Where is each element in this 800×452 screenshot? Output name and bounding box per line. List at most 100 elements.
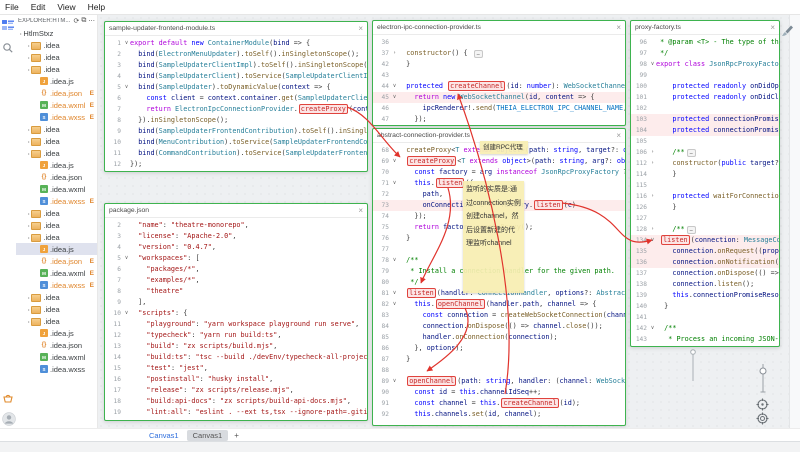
- symbol-highlight[interactable]: listen: [407, 288, 436, 298]
- tree-item[interactable]: S.idea.wxss: [16, 363, 97, 375]
- expand-icon[interactable]: •: [28, 139, 29, 144]
- tree-item[interactable]: •.idea: [16, 219, 97, 231]
- explorer-icon[interactable]: [2, 19, 14, 31]
- tree-item[interactable]: J.idea.js: [16, 243, 97, 255]
- expand-icon[interactable]: •: [28, 67, 29, 72]
- code-area[interactable]: 3637› constructor() { …42 }4344∨ protect…: [373, 35, 625, 125]
- panel-title-bar[interactable]: sample-updater-frontend-module.ts×: [105, 22, 367, 36]
- fold-icon[interactable]: ∨: [391, 299, 398, 310]
- tree-item[interactable]: •.idea: [16, 315, 97, 327]
- symbol-highlight[interactable]: createChannel: [448, 81, 505, 91]
- fold-icon[interactable]: ∨: [391, 178, 398, 189]
- close-icon[interactable]: ×: [770, 24, 775, 32]
- symbol-highlight[interactable]: listen: [661, 235, 690, 245]
- tree-item[interactable]: M.idea.wxml: [16, 183, 97, 195]
- tree-item[interactable]: •.idea: [16, 147, 97, 159]
- expand-icon[interactable]: •: [28, 211, 29, 216]
- collapse-icon[interactable]: ⧉: [81, 16, 86, 25]
- symbol-highlight[interactable]: createChannel: [501, 398, 558, 408]
- code-area[interactable]: 2 "name": "theatre-monorepo",3 "license"…: [105, 218, 367, 418]
- panel-title-bar[interactable]: electron-ipc-connection-provider.ts×: [373, 21, 625, 35]
- expand-icon[interactable]: •: [28, 223, 29, 228]
- basket-icon[interactable]: [2, 392, 14, 404]
- tree-item[interactable]: {}.idea.json: [16, 339, 97, 351]
- fold-icon[interactable]: ›: [649, 158, 656, 169]
- tree-item[interactable]: •.idea: [16, 39, 97, 51]
- sticky-note[interactable]: 监听的实质是:通过connection实例创建channel，然后设置新建的代理…: [463, 181, 524, 293]
- fold-icon[interactable]: ∨: [123, 38, 130, 49]
- canvas-tab[interactable]: Canvas1: [143, 430, 185, 441]
- symbol-highlight[interactable]: openChannel: [436, 299, 485, 309]
- fold-icon[interactable]: ∨: [123, 253, 130, 264]
- tree-item[interactable]: •.idea: [16, 63, 97, 75]
- close-icon[interactable]: ×: [358, 25, 363, 33]
- sticky-note[interactable]: 创建RPC代理: [480, 141, 528, 154]
- expand-icon[interactable]: •: [28, 127, 29, 132]
- expand-icon[interactable]: •: [28, 307, 29, 312]
- fold-icon[interactable]: ∨: [391, 81, 398, 92]
- tree-item[interactable]: S.idea.wxssE: [16, 195, 97, 207]
- fold-icon[interactable]: ›: [649, 191, 656, 202]
- fold-icon[interactable]: ›: [649, 224, 656, 235]
- tree-item[interactable]: J.idea.js: [16, 159, 97, 171]
- expand-icon[interactable]: •: [20, 31, 21, 36]
- tree-item[interactable]: S.idea.wxssE: [16, 279, 97, 291]
- fold-icon[interactable]: ∨: [391, 255, 398, 266]
- fold-icon[interactable]: ∨: [391, 92, 398, 103]
- expand-icon[interactable]: •: [28, 295, 29, 300]
- connector-handle[interactable]: [688, 348, 698, 382]
- expand-icon[interactable]: •: [28, 55, 29, 60]
- symbol-highlight[interactable]: listen: [436, 178, 465, 188]
- close-icon[interactable]: ×: [616, 132, 621, 140]
- brush-icon[interactable]: [781, 24, 794, 37]
- expand-icon[interactable]: •: [28, 235, 29, 240]
- avatar-icon[interactable]: [2, 412, 16, 426]
- menu-item-file[interactable]: File: [5, 2, 19, 12]
- expand-icon[interactable]: •: [28, 319, 29, 324]
- menu-item-view[interactable]: View: [57, 2, 75, 12]
- search-icon[interactable]: [2, 42, 14, 54]
- tree-item[interactable]: S.idea.wxssE: [16, 111, 97, 123]
- fold-icon[interactable]: ∨: [649, 59, 656, 70]
- menu-item-edit[interactable]: Edit: [31, 2, 46, 12]
- tree-item[interactable]: {}.idea.jsonE: [16, 255, 97, 267]
- refresh-icon[interactable]: ⟳: [73, 17, 79, 25]
- tree-item[interactable]: •.idea: [16, 123, 97, 135]
- fit-view-button[interactable]: [756, 412, 769, 425]
- fold-icon[interactable]: ›: [391, 48, 398, 59]
- tree-item[interactable]: M.idea.wxmlE: [16, 267, 97, 279]
- fold-icon[interactable]: ›: [649, 147, 656, 158]
- tree-item[interactable]: J.idea.js: [16, 327, 97, 339]
- tree-item[interactable]: •.idea: [16, 135, 97, 147]
- tree-item[interactable]: J.idea.js: [16, 75, 97, 87]
- expand-icon[interactable]: •: [28, 43, 29, 48]
- tree-item[interactable]: M.idea.wxml: [16, 351, 97, 363]
- tree-item[interactable]: {}.idea.jsonE: [16, 87, 97, 99]
- symbol-highlight[interactable]: openChannel: [407, 376, 456, 386]
- tree-item[interactable]: {}.idea.json: [16, 171, 97, 183]
- panel-title-bar[interactable]: proxy-factory.ts×: [631, 21, 779, 35]
- tree-item[interactable]: •.idea: [16, 207, 97, 219]
- fold-icon[interactable]: ∨: [649, 323, 656, 334]
- tree-item[interactable]: •.idea: [16, 291, 97, 303]
- tree-item[interactable]: •.idea: [16, 51, 97, 63]
- fold-icon[interactable]: ∨: [123, 308, 130, 319]
- code-area[interactable]: 1∨export default new ContainerModule(bin…: [105, 36, 367, 170]
- tree-item[interactable]: •.idea: [16, 231, 97, 243]
- code-area[interactable]: 96 * @param <T> - The type of the object…: [631, 35, 779, 345]
- canvas-tab[interactable]: Canvas1: [187, 430, 229, 441]
- close-icon[interactable]: ×: [616, 24, 621, 32]
- tree-item[interactable]: •.idea: [16, 303, 97, 315]
- fold-icon[interactable]: ∨: [649, 235, 656, 246]
- fold-icon[interactable]: ∨: [391, 376, 398, 387]
- zoom-slider[interactable]: [756, 362, 770, 396]
- symbol-highlight[interactable]: listen: [534, 200, 563, 210]
- symbol-highlight[interactable]: createProxy: [407, 156, 456, 166]
- fold-icon[interactable]: ∨: [391, 288, 398, 299]
- more-icon[interactable]: ···: [88, 17, 95, 25]
- symbol-highlight[interactable]: createProxy: [299, 104, 348, 114]
- add-canvas-button[interactable]: +: [230, 431, 243, 440]
- menu-item-help[interactable]: Help: [88, 2, 105, 12]
- canvas-scroll-gutter[interactable]: [789, 14, 800, 428]
- tree-item[interactable]: •HtlmStxz: [16, 27, 97, 39]
